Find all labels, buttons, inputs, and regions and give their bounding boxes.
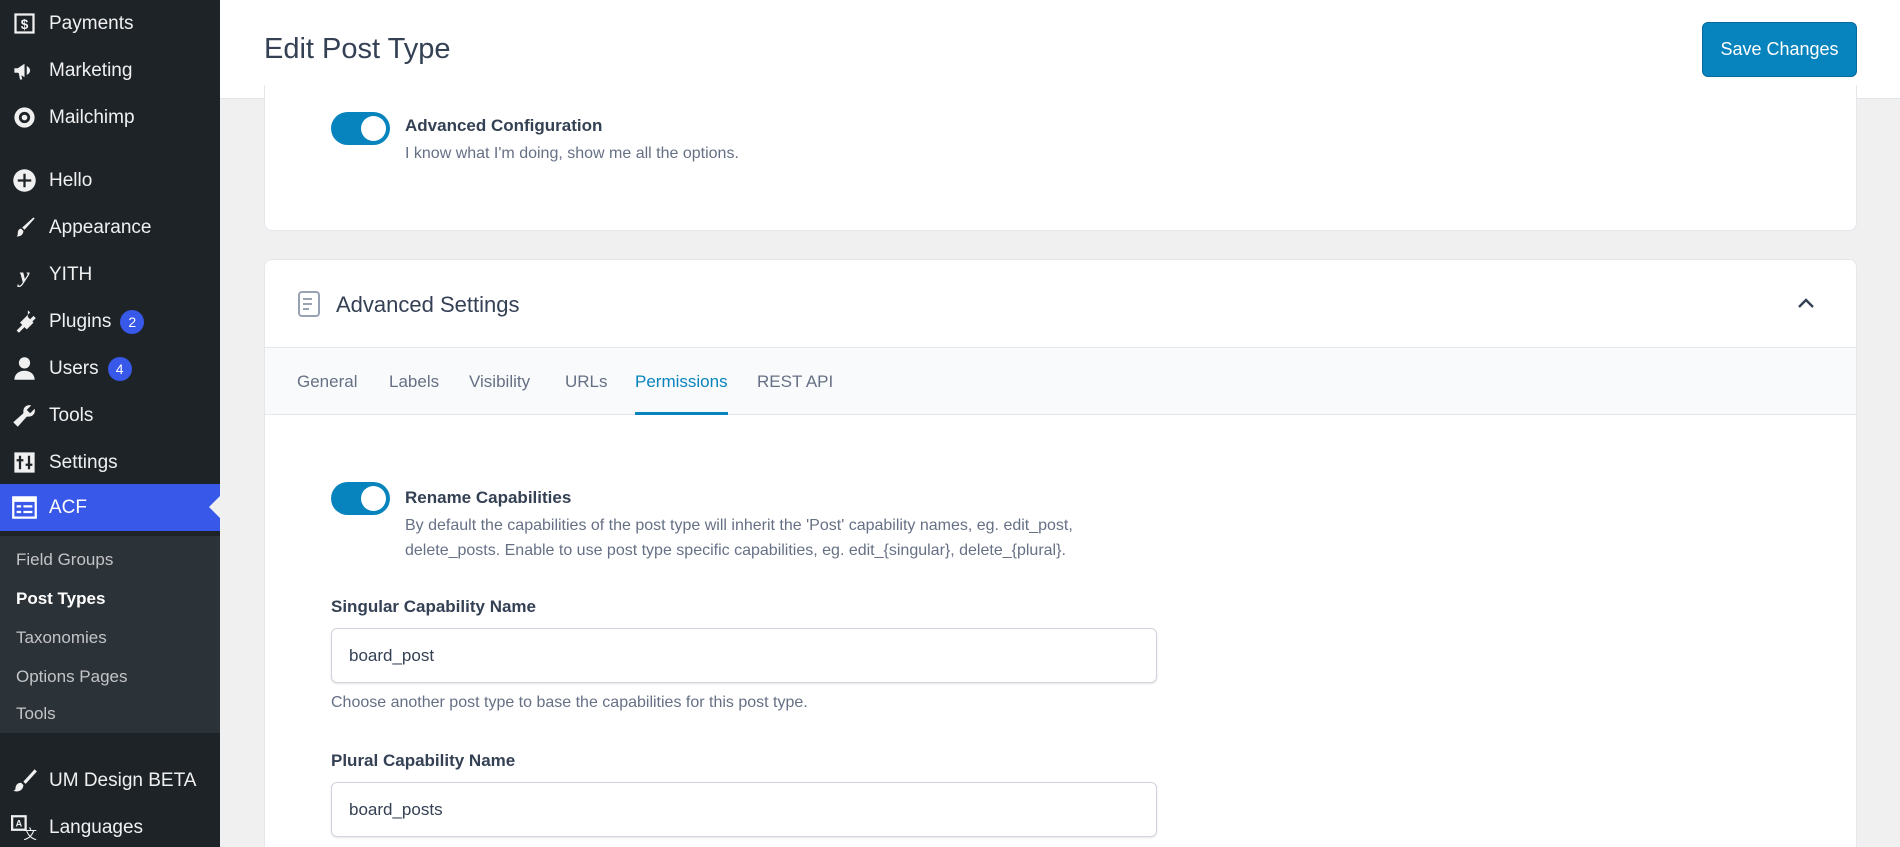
menu-label: Appearance xyxy=(49,216,152,238)
menu-item-mailchimp[interactable]: Mailchimp xyxy=(0,94,220,141)
tab-visibility[interactable]: Visibility xyxy=(469,348,530,415)
plug-icon xyxy=(0,298,49,345)
menu-item-settings[interactable]: Settings xyxy=(0,439,220,486)
menu-label: Users xyxy=(49,357,99,379)
menu-label: Payments xyxy=(49,12,134,34)
menu-label: Languages xyxy=(49,816,144,838)
submenu-post-types[interactable]: Post Types xyxy=(16,589,105,609)
menu-item-plugins[interactable]: Plugins 2 xyxy=(0,298,220,345)
singular-capability-label: Singular Capability Name xyxy=(331,597,536,616)
submenu-field-groups[interactable]: Field Groups xyxy=(16,550,113,570)
admin-sidebar: $ Payments Marketing Mailchimp Hello App… xyxy=(0,0,220,847)
users-count-badge: 4 xyxy=(107,356,132,381)
submenu-tools[interactable]: Tools xyxy=(16,704,56,724)
menu-item-hello[interactable]: Hello xyxy=(0,157,220,204)
menu-label: Marketing xyxy=(49,59,133,81)
menu-label: ACF xyxy=(49,496,87,518)
acf-icon xyxy=(0,484,49,531)
plural-capability-label: Plural Capability Name xyxy=(331,751,516,770)
singular-capability-hint: Choose another post type to base the cap… xyxy=(331,694,808,711)
advanced-settings-card: Advanced Settings General Labels Visibil… xyxy=(264,259,1857,847)
tab-rest-api[interactable]: REST API xyxy=(757,348,833,415)
menu-label: Tools xyxy=(49,404,94,426)
plugins-count-badge: 2 xyxy=(120,309,145,334)
menu-label: Plugins xyxy=(49,310,112,332)
tab-urls[interactable]: URLs xyxy=(565,348,608,415)
paintbrush-icon xyxy=(0,204,49,251)
megaphone-icon xyxy=(0,47,49,94)
brush-icon xyxy=(0,757,49,804)
menu-item-yith[interactable]: y YITH xyxy=(0,251,220,298)
yith-icon: y xyxy=(0,251,49,298)
save-changes-button[interactable]: Save Changes xyxy=(1702,22,1857,77)
advanced-config-toggle[interactable] xyxy=(331,112,390,145)
advanced-config-desc: I know what I'm doing, show me all the o… xyxy=(405,145,739,162)
plural-capability-input[interactable] xyxy=(331,782,1157,837)
menu-item-users[interactable]: Users 4 xyxy=(0,345,220,392)
wrench-icon xyxy=(0,392,49,439)
svg-text:$: $ xyxy=(21,17,29,32)
rename-capabilities-desc-1: By default the capabilities of the post … xyxy=(405,517,1073,534)
advanced-config-label: Advanced Configuration xyxy=(405,116,603,135)
svg-text:A: A xyxy=(16,818,23,828)
advanced-config-card: Advanced Configuration I know what I'm d… xyxy=(264,85,1857,231)
settings-tabs: General Labels Visibility URLs Permissio… xyxy=(265,348,1856,415)
menu-item-um-design[interactable]: UM Design BETA xyxy=(0,757,220,804)
tab-labels[interactable]: Labels xyxy=(389,348,439,415)
submenu-options-pages[interactable]: Options Pages xyxy=(16,667,128,687)
menu-label: Hello xyxy=(49,169,93,191)
menu-item-languages[interactable]: A文 Languages xyxy=(0,804,220,847)
singular-capability-input[interactable] xyxy=(331,628,1157,683)
dollar-icon: $ xyxy=(0,0,49,47)
tab-permissions[interactable]: Permissions xyxy=(635,348,728,415)
sliders-icon xyxy=(0,439,49,486)
menu-item-acf[interactable]: ACF xyxy=(0,484,220,531)
advanced-settings-title: Advanced Settings xyxy=(336,292,520,317)
menu-label: Mailchimp xyxy=(49,106,135,128)
rename-capabilities-toggle[interactable] xyxy=(331,482,390,515)
user-icon xyxy=(0,345,49,392)
document-icon xyxy=(298,291,320,317)
menu-item-marketing[interactable]: Marketing xyxy=(0,47,220,94)
translate-icon: A文 xyxy=(0,804,49,847)
menu-item-payments[interactable]: $ Payments xyxy=(0,0,220,47)
chevron-up-icon[interactable] xyxy=(1796,293,1816,313)
acf-submenu: Field Groups Post Types Taxonomies Optio… xyxy=(0,536,220,733)
menu-label: YITH xyxy=(49,263,93,285)
menu-item-appearance[interactable]: Appearance xyxy=(0,204,220,251)
rename-capabilities-desc-2: delete_posts. Enable to use post type sp… xyxy=(405,542,1066,559)
advanced-settings-header[interactable]: Advanced Settings xyxy=(265,260,1856,348)
tab-general[interactable]: General xyxy=(297,348,357,415)
menu-label: UM Design BETA xyxy=(49,769,197,791)
menu-item-tools[interactable]: Tools xyxy=(0,392,220,439)
submenu-taxonomies[interactable]: Taxonomies xyxy=(16,628,107,648)
rename-capabilities-label: Rename Capabilities xyxy=(405,488,572,507)
svg-text:文: 文 xyxy=(23,827,37,841)
menu-label: Settings xyxy=(49,451,118,473)
page-title: Edit Post Type xyxy=(264,33,451,65)
svg-text:y: y xyxy=(17,262,31,287)
plus-circle-icon xyxy=(0,157,49,204)
mailchimp-icon xyxy=(0,94,49,141)
